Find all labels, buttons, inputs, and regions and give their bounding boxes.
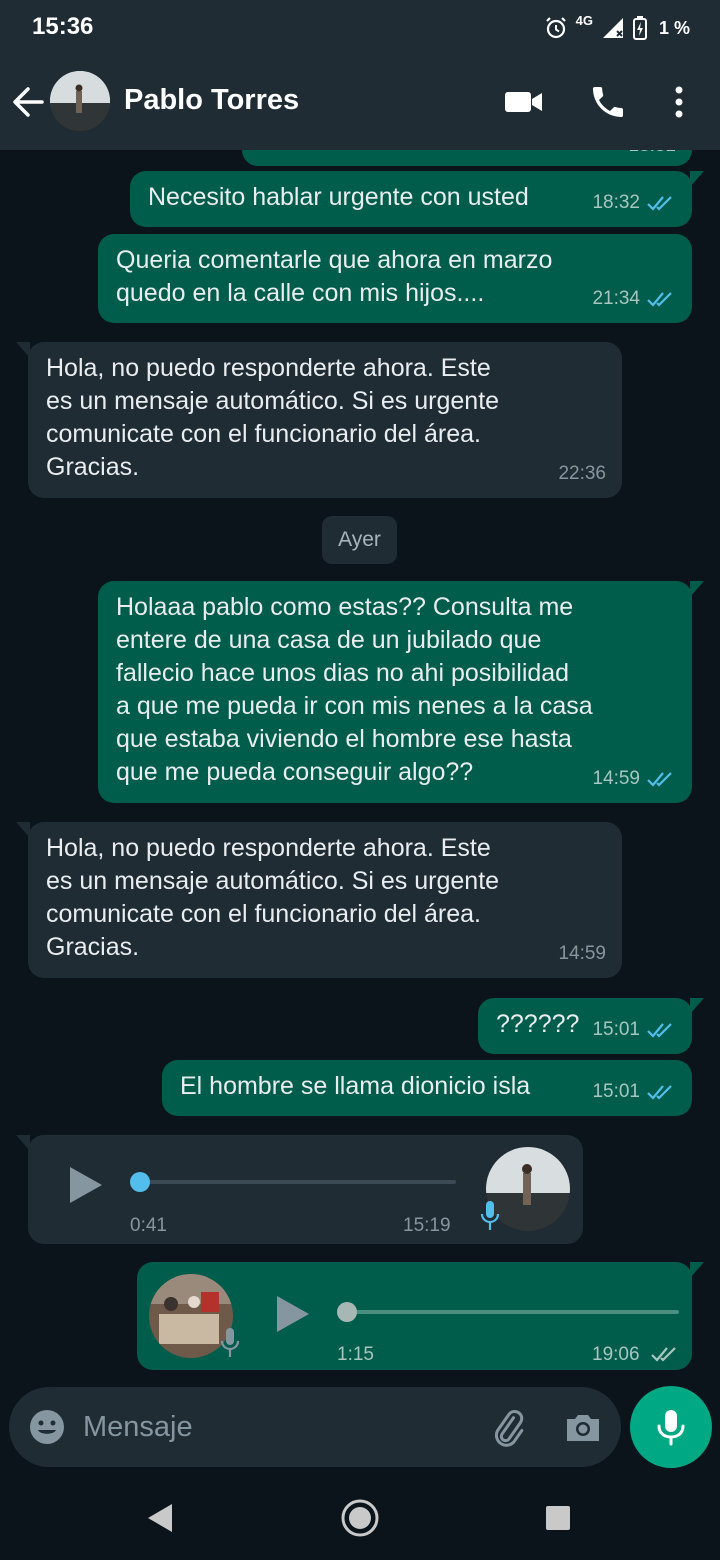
contact-name[interactable]: Pablo Torres [124, 84, 299, 117]
nav-recents-button[interactable] [545, 1505, 571, 1531]
system-navigation-bar [0, 1476, 720, 1560]
nav-back-button[interactable] [146, 1502, 176, 1534]
message-time: 15:01 [592, 1019, 640, 1040]
date-separator: Ayer [322, 516, 397, 564]
phone-icon [593, 87, 623, 117]
message-input[interactable] [83, 1405, 463, 1449]
voice-call-button[interactable] [588, 82, 628, 122]
message-time: 15:01 [592, 1081, 640, 1102]
battery-icon [632, 16, 647, 40]
alarm-icon [545, 17, 566, 39]
message-text: Hola, no puedo responderte ahora. Este e… [46, 834, 500, 961]
status-time: 15:36 [32, 13, 94, 40]
network-type: 4G [575, 12, 593, 28]
message-time: 21:34 [592, 288, 640, 309]
voice-time: 19:06 [592, 1344, 640, 1365]
voice-message-incoming[interactable]: 0:41 15:19 [16, 1135, 583, 1244]
attach-button[interactable] [487, 1407, 527, 1447]
nav-home-icon [341, 1499, 379, 1537]
nav-back-icon [148, 1504, 172, 1532]
emoji-icon [30, 1410, 64, 1444]
message-text: Queria comentarle que ahora en marzo que… [116, 246, 553, 307]
message-meta: 18:31 [628, 150, 676, 162]
message-bubble-outgoing[interactable]: Holaaa pablo como estas?? Consulta me en… [98, 581, 704, 803]
voice-message-outgoing[interactable]: 1:15 19:06 [137, 1262, 704, 1370]
signal-icon [602, 18, 623, 38]
nav-recents-icon [546, 1506, 570, 1530]
message-meta: 14:59 [558, 937, 606, 970]
message-bubble-outgoing[interactable]: 18:31 [242, 150, 692, 166]
mic-icon [480, 1201, 500, 1230]
voice-progress-handle[interactable] [130, 1172, 150, 1192]
video-call-button[interactable] [504, 82, 544, 122]
record-voice-button[interactable] [630, 1386, 712, 1468]
camera-button[interactable] [563, 1407, 603, 1447]
delivered-ticks-icon [651, 1347, 676, 1362]
play-icon [277, 1296, 309, 1332]
more-options-button[interactable] [664, 82, 694, 122]
message-bubble-outgoing[interactable]: Queria comentarle que ahora en marzo que… [98, 234, 692, 323]
more-vert-icon [675, 86, 683, 118]
play-button[interactable] [273, 1292, 313, 1336]
read-ticks-icon [647, 1084, 672, 1100]
message-text: Hola, no puedo responderte ahora. Este e… [46, 354, 500, 481]
back-arrow-icon [13, 87, 44, 117]
contact-avatar[interactable] [50, 71, 110, 131]
back-button[interactable] [10, 82, 46, 122]
message-bubble-incoming[interactable]: Hola, no puedo responderte ahora. Este e… [16, 822, 622, 978]
message-meta: 14:59 [592, 762, 676, 795]
message-meta: 21:34 [592, 282, 676, 315]
read-ticks-icon [647, 195, 672, 211]
message-meta: 15:01 [592, 1075, 676, 1108]
chat-header: Pablo Torres [0, 54, 720, 150]
voice-progress-handle[interactable] [337, 1302, 357, 1322]
avatar-photo [50, 71, 110, 131]
message-time: 18:31 [628, 150, 676, 162]
voice-duration: 1:15 [337, 1344, 374, 1365]
message-bubble-outgoing[interactable]: Necesito hablar urgente con usted 18:32 [130, 171, 704, 227]
play-button[interactable] [66, 1163, 106, 1207]
mic-icon [220, 1328, 240, 1357]
status-bar: 15:36 4G 1 % [0, 0, 720, 54]
message-text: Holaaa pablo como estas?? Consulta me en… [116, 593, 593, 786]
status-icons: 4G 1 % [544, 12, 690, 42]
message-time: 14:59 [592, 768, 640, 789]
message-meta: 22:36 [558, 457, 606, 490]
camera-icon [567, 1415, 599, 1441]
video-call-icon [505, 92, 542, 112]
voice-duration: 0:41 [130, 1215, 167, 1236]
voice-progress-track[interactable] [134, 1180, 456, 1184]
message-bubble-outgoing[interactable]: El hombre se llama dionicio isla 15:01 [162, 1060, 692, 1116]
read-ticks-icon [647, 1022, 672, 1038]
message-time: 14:59 [558, 943, 606, 964]
message-composer [9, 1387, 621, 1467]
read-ticks-icon [647, 771, 672, 787]
message-meta: 18:32 [592, 186, 676, 219]
message-meta: 15:01 [592, 1013, 676, 1046]
battery-level: 1 % [658, 17, 690, 38]
voice-time: 15:19 [403, 1215, 451, 1236]
paperclip-icon [494, 1410, 524, 1447]
play-icon [70, 1167, 102, 1203]
voice-progress-track[interactable] [349, 1310, 679, 1314]
message-bubble-incoming[interactable]: Hola, no puedo responderte ahora. Este e… [16, 342, 622, 498]
message-list[interactable]: 18:31 Necesito hablar urgente con usted … [0, 150, 720, 1386]
mic-icon [657, 1410, 685, 1446]
read-ticks-icon [647, 291, 672, 307]
message-time: 22:36 [558, 463, 606, 484]
nav-home-button[interactable] [340, 1498, 380, 1538]
message-bubble-outgoing[interactable]: ?????? 15:01 [478, 998, 704, 1054]
message-time: 18:32 [592, 192, 640, 213]
emoji-button[interactable] [27, 1407, 67, 1447]
